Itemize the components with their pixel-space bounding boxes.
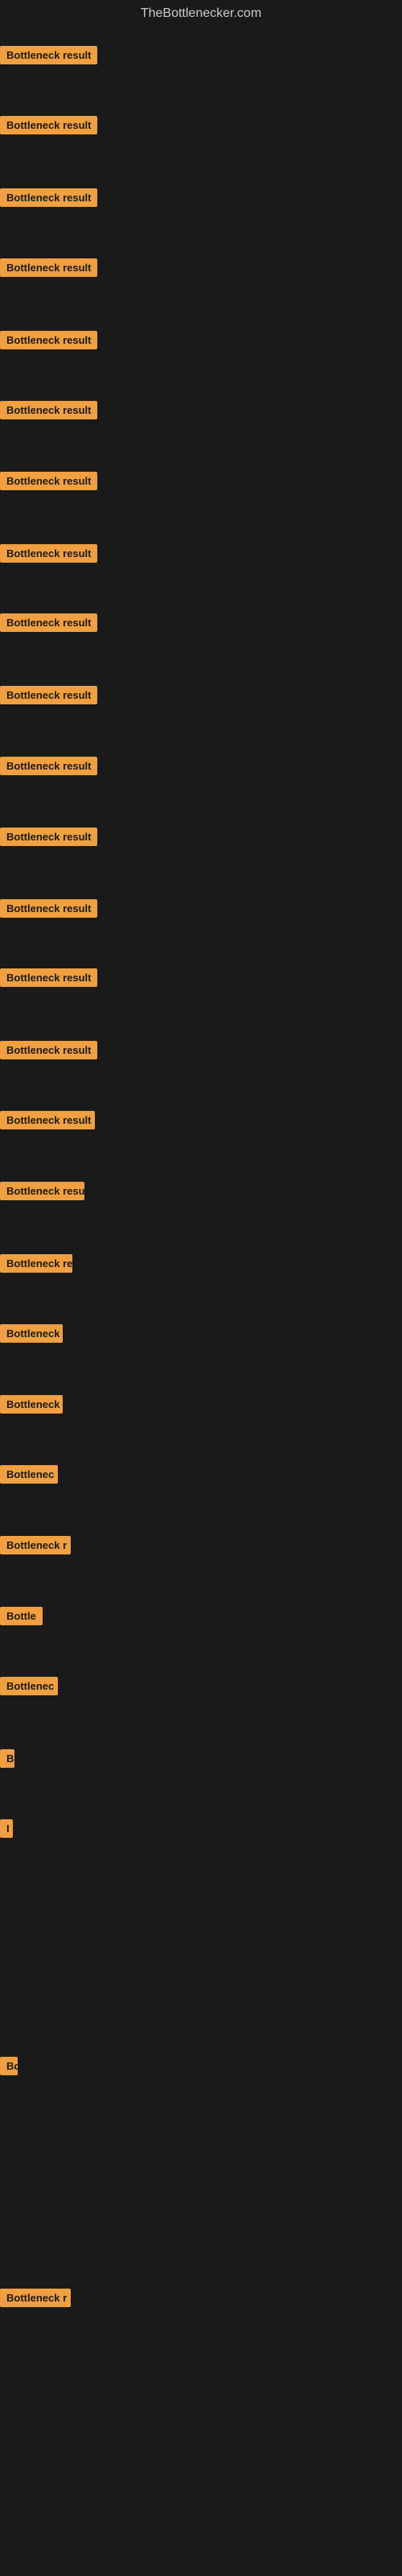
bottleneck-badge-18[interactable]: Bottleneck result (0, 1254, 72, 1273)
bottleneck-item-28: Bottleneck r (0, 2289, 71, 2311)
bottleneck-item-5: Bottleneck result (0, 331, 97, 353)
bottleneck-badge-7[interactable]: Bottleneck result (0, 472, 97, 490)
bottleneck-badge-16[interactable]: Bottleneck result (0, 1111, 95, 1129)
bottleneck-item-27: Bo (0, 2057, 18, 2079)
bottleneck-badge-12[interactable]: Bottleneck result (0, 828, 97, 846)
bottleneck-badge-19[interactable]: Bottleneck (0, 1324, 63, 1343)
bottleneck-item-16: Bottleneck result (0, 1111, 95, 1133)
bottleneck-badge-9[interactable]: Bottleneck result (0, 613, 97, 632)
bottleneck-badge-22[interactable]: Bottleneck r (0, 1536, 71, 1554)
bottleneck-badge-8[interactable]: Bottleneck result (0, 544, 97, 563)
bottleneck-item-1: Bottleneck result (0, 46, 97, 68)
bottleneck-item-15: Bottleneck result (0, 1041, 97, 1063)
bottleneck-badge-2[interactable]: Bottleneck result (0, 116, 97, 134)
bottleneck-badge-3[interactable]: Bottleneck result (0, 188, 97, 207)
bottleneck-item-24: Bottlenec (0, 1677, 58, 1699)
bottleneck-badge-13[interactable]: Bottleneck result (0, 899, 97, 918)
bottleneck-badge-28[interactable]: Bottleneck r (0, 2289, 71, 2307)
site-title: TheBottlenecker.com (0, 0, 402, 24)
bottleneck-item-7: Bottleneck result (0, 472, 97, 494)
bottleneck-item-13: Bottleneck result (0, 899, 97, 922)
bottleneck-item-25: B (0, 1749, 14, 1772)
bottleneck-badge-21[interactable]: Bottlenec (0, 1465, 58, 1484)
bottleneck-item-11: Bottleneck result (0, 757, 97, 779)
bottleneck-badge-27[interactable]: Bo (0, 2057, 18, 2075)
bottleneck-item-12: Bottleneck result (0, 828, 97, 850)
bottleneck-badge-11[interactable]: Bottleneck result (0, 757, 97, 775)
bottleneck-badge-23[interactable]: Bottle (0, 1607, 43, 1625)
bottleneck-badge-1[interactable]: Bottleneck result (0, 46, 97, 64)
bottleneck-badge-6[interactable]: Bottleneck result (0, 401, 97, 419)
bottleneck-item-20: Bottleneck (0, 1395, 63, 1418)
bottleneck-badge-14[interactable]: Bottleneck result (0, 968, 97, 987)
bottleneck-item-17: Bottleneck result (0, 1182, 84, 1204)
bottleneck-badge-25[interactable]: B (0, 1749, 14, 1768)
bottleneck-badge-15[interactable]: Bottleneck result (0, 1041, 97, 1059)
bottleneck-item-21: Bottlenec (0, 1465, 58, 1488)
bottleneck-item-10: Bottleneck result (0, 686, 97, 708)
bottleneck-badge-24[interactable]: Bottlenec (0, 1677, 58, 1695)
bottleneck-item-6: Bottleneck result (0, 401, 97, 423)
bottleneck-item-22: Bottleneck r (0, 1536, 71, 1558)
bottleneck-item-2: Bottleneck result (0, 116, 97, 138)
bottleneck-item-3: Bottleneck result (0, 188, 97, 211)
bottleneck-item-23: Bottle (0, 1607, 43, 1629)
bottleneck-item-19: Bottleneck (0, 1324, 63, 1347)
bottleneck-badge-17[interactable]: Bottleneck result (0, 1182, 84, 1200)
bottleneck-badge-26[interactable]: I (0, 1819, 13, 1838)
bottleneck-item-14: Bottleneck result (0, 968, 97, 991)
bottleneck-badge-10[interactable]: Bottleneck result (0, 686, 97, 704)
bottleneck-badge-5[interactable]: Bottleneck result (0, 331, 97, 349)
bottleneck-item-8: Bottleneck result (0, 544, 97, 567)
bottleneck-item-18: Bottleneck result (0, 1254, 72, 1277)
bottleneck-item-9: Bottleneck result (0, 613, 97, 636)
bottleneck-badge-20[interactable]: Bottleneck (0, 1395, 63, 1414)
bottleneck-item-26: I (0, 1819, 13, 1842)
bottleneck-badge-4[interactable]: Bottleneck result (0, 258, 97, 277)
bottleneck-item-4: Bottleneck result (0, 258, 97, 281)
